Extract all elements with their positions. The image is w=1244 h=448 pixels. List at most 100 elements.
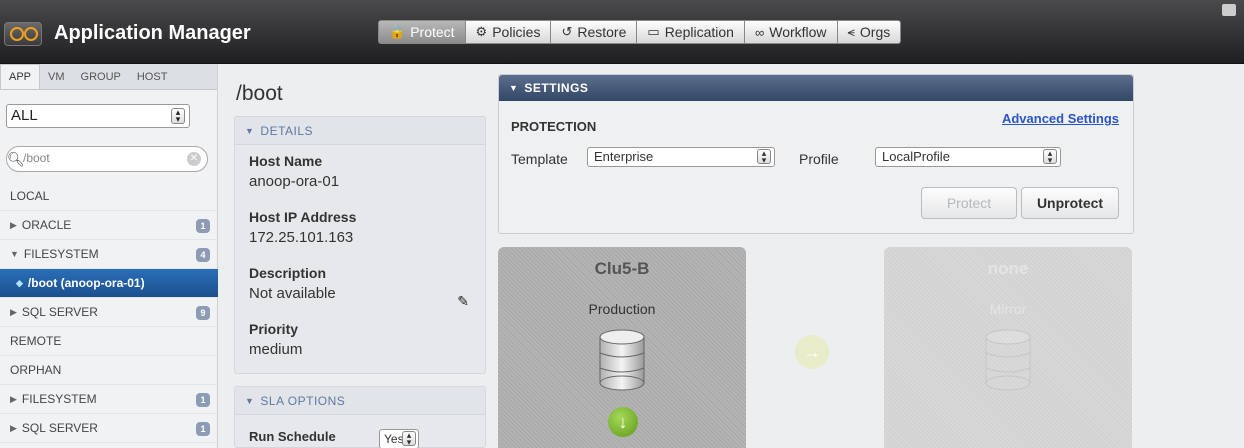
tree-item-orphan[interactable]: ORPHAN bbox=[0, 356, 218, 385]
replication-icon: ▭ bbox=[647, 24, 660, 39]
nav-label: Replication bbox=[664, 24, 734, 40]
mirror-card[interactable]: none Mirror bbox=[884, 247, 1132, 448]
nav-workflow-button[interactable]: ∞ Workflow bbox=[744, 20, 838, 44]
host-ip-block: Host IP Address 172.25.101.163 bbox=[235, 209, 356, 246]
app-tree: LOCAL ▶ ORACLE 1 ▼ FILESYSTEM 4 ◆ /boot … bbox=[0, 182, 218, 443]
tree-item-label: LOCAL bbox=[10, 189, 50, 203]
settings-header[interactable]: ▼ SETTINGS bbox=[499, 75, 1133, 101]
count-badge: 1 bbox=[196, 393, 210, 407]
tree-item-label: REMOTE bbox=[10, 334, 62, 348]
tree-item-label: FILESYSTEM bbox=[21, 392, 97, 406]
database-icon bbox=[599, 329, 645, 391]
settings-panel: ▼ SETTINGS PROTECTION Advanced Settings … bbox=[498, 74, 1134, 234]
tab-group[interactable]: GROUP bbox=[73, 71, 129, 89]
unprotect-button[interactable]: Unprotect bbox=[1021, 187, 1119, 219]
count-badge: 1 bbox=[196, 219, 210, 233]
nav-orgs-button[interactable]: ⪪ Orgs bbox=[837, 20, 902, 44]
template-select[interactable]: Enterprise ▴ ▾ bbox=[587, 147, 775, 167]
tree-item-label: ORPHAN bbox=[10, 363, 62, 377]
tree-item-remote[interactable]: REMOTE bbox=[0, 327, 218, 356]
tree-item-oracle[interactable]: ▶ ORACLE 1 bbox=[0, 211, 218, 240]
collapse-arrow-icon[interactable]: ▼ bbox=[10, 249, 19, 259]
tab-vm[interactable]: VM bbox=[40, 71, 73, 89]
tree-item-boot[interactable]: ◆ /boot (anoop-ora-01) bbox=[0, 269, 218, 298]
tree-item-label: SQL SERVER bbox=[21, 305, 98, 319]
expand-arrow-icon[interactable]: ▶ bbox=[10, 220, 17, 231]
profile-select[interactable]: LocalProfile ▴ ▾ bbox=[875, 147, 1061, 167]
count-badge: 4 bbox=[196, 248, 210, 262]
nav-protect-button[interactable]: 🔒 Protect bbox=[378, 20, 466, 44]
page-title: /boot bbox=[236, 82, 283, 105]
main-nav: 🔒 Protect ⚙ Policies ↺ Restore ▭ Replica… bbox=[378, 20, 902, 44]
tree-item-orphan-sql-server[interactable]: ▶ SQL SERVER 1 bbox=[0, 414, 218, 443]
tree-item-filesystem[interactable]: ▼ FILESYSTEM 4 bbox=[0, 240, 218, 269]
profile-select-value: LocalProfile bbox=[882, 149, 950, 164]
app-logo bbox=[4, 22, 42, 46]
host-name-block: Host Name anoop-ora-01 bbox=[235, 153, 339, 190]
production-card[interactable]: Clu5-B Production ↓ bbox=[498, 247, 746, 448]
workflow-icon: ∞ bbox=[754, 24, 765, 40]
sla-options-header-label: SLA OPTIONS bbox=[260, 393, 346, 408]
nav-restore-button[interactable]: ↺ Restore bbox=[551, 20, 638, 44]
description-block: Description Not available bbox=[235, 265, 336, 302]
nav-label: Orgs bbox=[859, 24, 891, 40]
filter-select[interactable]: ALL ▴ ▾ bbox=[6, 104, 190, 128]
collapse-triangle-icon: ▼ bbox=[245, 395, 255, 406]
host-name-label: Host Name bbox=[249, 153, 323, 169]
host-ip-label: Host IP Address bbox=[249, 209, 357, 225]
settings-header-label: SETTINGS bbox=[524, 81, 589, 95]
nav-label: Restore bbox=[577, 24, 627, 40]
production-label: Production bbox=[588, 301, 656, 317]
run-schedule-label: Run Schedule bbox=[249, 429, 336, 444]
mirror-cluster-name: none bbox=[987, 259, 1029, 278]
restore-icon: ↺ bbox=[561, 24, 573, 39]
sla-options-panel: ▼ SLA OPTIONS Run Schedule Yes ▴ ▾ bbox=[234, 386, 486, 448]
protection-label: PROTECTION bbox=[511, 119, 597, 134]
details-panel: ▼ DETAILS Host Name anoop-ora-01 Host IP… bbox=[234, 116, 486, 374]
count-badge: 1 bbox=[196, 422, 210, 436]
tab-app[interactable]: APP bbox=[0, 64, 41, 89]
edit-pencil-icon[interactable]: ✎ bbox=[457, 293, 469, 310]
clear-search-icon[interactable]: ✕ bbox=[187, 152, 201, 166]
nav-policies-button[interactable]: ⚙ Policies bbox=[465, 20, 552, 44]
search-box: 🔍︎ ✕ bbox=[6, 146, 208, 172]
description-label: Description bbox=[249, 265, 327, 281]
nav-replication-button[interactable]: ▭ Replication bbox=[637, 20, 745, 44]
app-diamond-icon: ◆ bbox=[16, 277, 23, 288]
run-schedule-value: Yes bbox=[384, 432, 404, 446]
stepper-icon: ▴ ▾ bbox=[171, 108, 185, 124]
expand-arrow-icon[interactable]: ▶ bbox=[10, 307, 17, 318]
top-bar: Application Manager 🔒 Protect ⚙ Policies… bbox=[0, 0, 1244, 64]
run-schedule-select[interactable]: Yes ▴ ▾ bbox=[379, 429, 419, 448]
count-badge: 9 bbox=[196, 306, 210, 320]
tree-item-label: ORACLE bbox=[21, 218, 72, 232]
priority-label: Priority bbox=[249, 321, 299, 337]
sla-options-header[interactable]: ▼ SLA OPTIONS bbox=[235, 387, 485, 415]
details-header-label: DETAILS bbox=[260, 123, 314, 138]
host-ip-value: 172.25.101.163 bbox=[249, 229, 354, 246]
expand-arrow-icon[interactable]: ▶ bbox=[10, 423, 17, 434]
advanced-settings-link[interactable]: Advanced Settings bbox=[1002, 111, 1119, 126]
protect-button[interactable]: Protect bbox=[921, 187, 1017, 219]
tab-host[interactable]: HOST bbox=[129, 71, 176, 89]
stepper-icon: ▴ ▾ bbox=[402, 431, 416, 447]
expand-arrow-icon[interactable]: ▶ bbox=[10, 394, 17, 405]
tree-item-local[interactable]: LOCAL bbox=[0, 182, 218, 211]
search-input[interactable] bbox=[23, 151, 183, 165]
filter-select-value: ALL bbox=[11, 107, 38, 124]
template-label: Template bbox=[511, 151, 568, 167]
cluster-name: Clu5-B bbox=[594, 259, 650, 278]
tree-item-sql-server[interactable]: ▶ SQL SERVER 9 bbox=[0, 298, 218, 327]
priority-value: medium bbox=[249, 341, 303, 358]
window-menu-icon[interactable] bbox=[1222, 4, 1236, 16]
lock-icon: 🔒 bbox=[389, 24, 406, 39]
app-title: Application Manager bbox=[54, 22, 251, 44]
profile-label: Profile bbox=[799, 151, 839, 167]
orgs-icon: ⪪ bbox=[847, 24, 855, 39]
details-header[interactable]: ▼ DETAILS bbox=[235, 117, 485, 145]
template-select-value: Enterprise bbox=[594, 149, 654, 164]
stepper-icon: ▴ ▾ bbox=[1043, 149, 1057, 165]
sidebar-tabs: APP VM GROUP HOST bbox=[0, 64, 217, 90]
tree-item-orphan-filesystem[interactable]: ▶ FILESYSTEM 1 bbox=[0, 385, 218, 414]
download-arrow-icon[interactable]: ↓ bbox=[608, 407, 638, 437]
